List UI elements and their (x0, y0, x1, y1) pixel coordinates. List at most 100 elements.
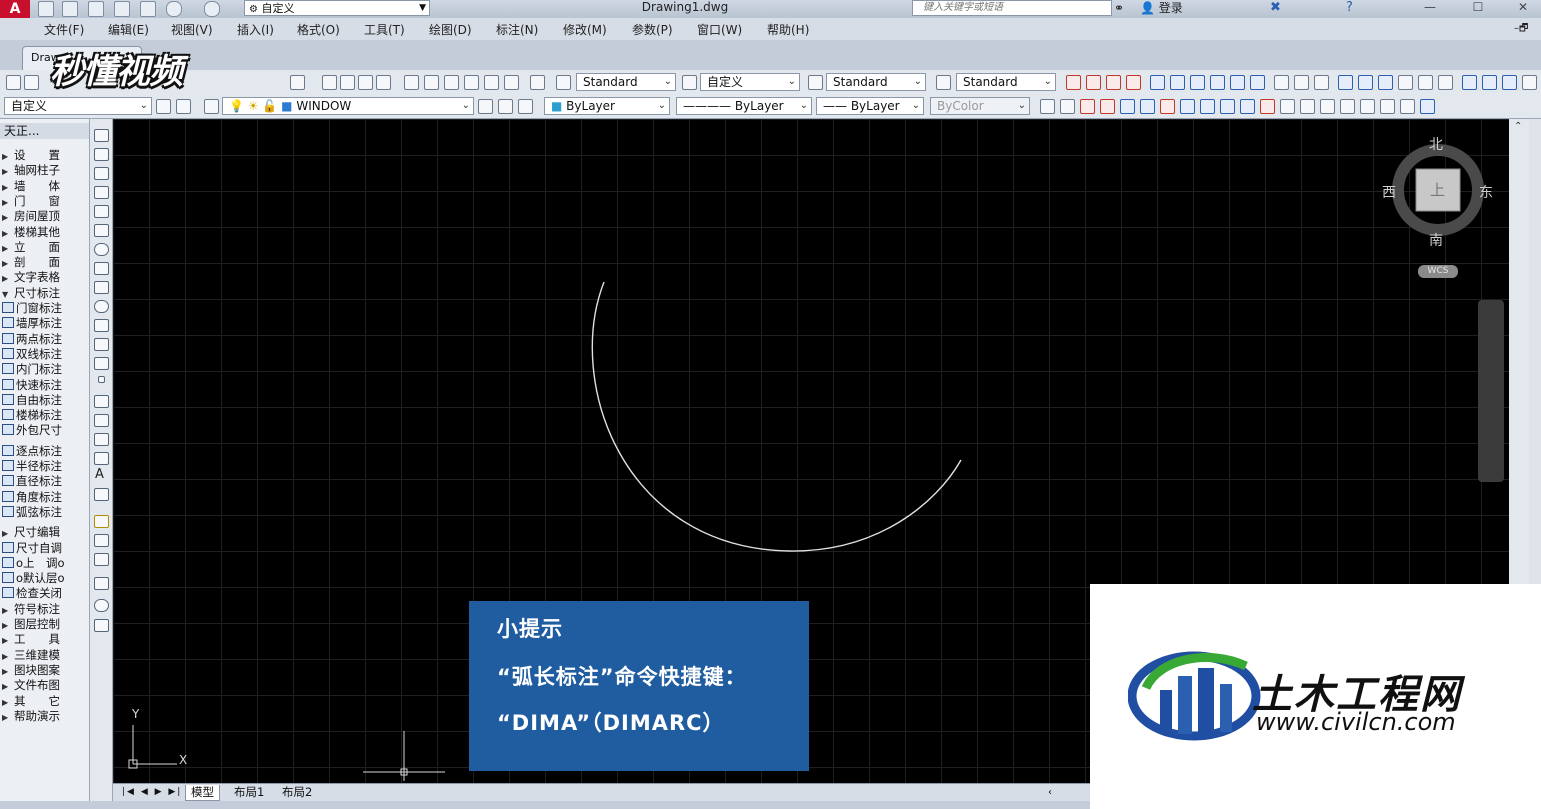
move-tool-icon[interactable] (1502, 75, 1517, 90)
tab-model[interactable]: 模型 (185, 785, 220, 801)
panel-item[interactable]: o默认层o (2, 571, 88, 586)
panel-item[interactable]: ▶ 工 具 (2, 632, 88, 647)
panel-item[interactable]: ▶ 图层控制 (2, 617, 88, 632)
panel-item[interactable]: 两点标注 (2, 332, 88, 347)
insert-block-icon[interactable] (94, 338, 109, 351)
gradient-icon[interactable] (94, 414, 109, 427)
panel-item[interactable]: 逐点标注 (2, 444, 88, 459)
tool-icon[interactable] (1420, 99, 1435, 114)
panel-item[interactable]: 自由标注 (2, 393, 88, 408)
help-icon[interactable] (530, 75, 545, 90)
menu-tools[interactable]: 工具(T) (364, 21, 405, 38)
redo-icon[interactable] (204, 1, 220, 17)
undo-icon[interactable] (166, 1, 182, 17)
panel-item[interactable]: ▶ 帮助演示 (2, 709, 88, 724)
lineweight-dropdown[interactable]: —— ByLayer ⌄ (816, 97, 924, 115)
table-style-dropdown[interactable]: Standard ⌄ (826, 73, 926, 91)
menu-modify[interactable]: 修改(M) (563, 21, 607, 38)
panel-item[interactable]: ▶ 墙 体 (2, 179, 88, 194)
pan-icon[interactable] (322, 75, 337, 90)
layer-states-icon[interactable] (518, 99, 533, 114)
table-icon[interactable] (94, 452, 109, 465)
menu-insert[interactable]: 插入(I) (237, 21, 274, 38)
symbol-tool-icon[interactable] (1314, 75, 1329, 90)
panel-item[interactable]: ▶ 剖 面 (2, 255, 88, 270)
dim-tool-icon[interactable] (1210, 75, 1225, 90)
settings-tool-icon[interactable] (1522, 75, 1537, 90)
panel-item[interactable]: 楼梯标注 (2, 408, 88, 423)
arc-entity[interactable] (591, 281, 962, 552)
ellipse-arc-icon[interactable] (94, 319, 109, 332)
panel-item[interactable]: 角度标注 (2, 490, 88, 505)
panel-item[interactable]: ▶ 图块图案 (2, 663, 88, 678)
panel-item[interactable]: 双线标注 (2, 347, 88, 362)
panel-item[interactable]: ▶ 文件布图 (2, 678, 88, 693)
roof-tool-icon[interactable] (1438, 75, 1453, 90)
point-icon[interactable] (98, 376, 105, 383)
panel-item[interactable]: ▶ 符号标注 (2, 602, 88, 617)
color-dropdown[interactable]: ■ ByLayer ⌄ (544, 97, 670, 115)
tool-icon[interactable] (1240, 99, 1255, 114)
dim-tool-icon[interactable] (1170, 75, 1185, 90)
quickcalc-icon[interactable] (504, 75, 519, 90)
tool-icon[interactable] (1300, 99, 1315, 114)
tool-icon[interactable] (1220, 99, 1235, 114)
zoom-window-icon[interactable] (358, 75, 373, 90)
dim-tool-icon[interactable] (1150, 75, 1165, 90)
tool-icon[interactable] (94, 599, 109, 612)
axis-tool-icon[interactable] (1358, 75, 1373, 90)
panel-item[interactable]: ▶ 设 置 (2, 148, 88, 163)
hatch-icon[interactable] (94, 395, 109, 408)
multiline-text-icon[interactable]: A (95, 467, 104, 482)
scroll-up-icon[interactable]: ⌃ (1514, 121, 1522, 132)
panel-item[interactable]: 内门标注 (2, 362, 88, 377)
save-icon[interactable] (88, 1, 104, 17)
tool-icon[interactable] (1100, 99, 1115, 114)
save-as-icon[interactable] (114, 1, 130, 17)
viewcube-west-label[interactable]: 西 (1382, 182, 1396, 202)
arc-icon[interactable] (94, 224, 109, 237)
add-selected-icon[interactable] (94, 488, 109, 501)
symbol-tool-icon[interactable] (1274, 75, 1289, 90)
viewcube-east-label[interactable]: 东 (1479, 182, 1493, 202)
text-style-dropdown[interactable]: Standard ⌄ (576, 73, 676, 91)
symbol-tool-icon[interactable] (1294, 75, 1309, 90)
panel-item[interactable]: ▶ 文字表格 (2, 270, 88, 285)
make-block-icon[interactable] (94, 357, 109, 370)
panel-item[interactable]: 直径标注 (2, 474, 88, 489)
layer-manager-icon[interactable] (176, 99, 191, 114)
axis-tool-icon[interactable] (1378, 75, 1393, 90)
sheet-set-icon[interactable] (464, 75, 479, 90)
panel-item[interactable]: 门窗标注 (2, 301, 88, 316)
panel-item[interactable]: 快速标注 (2, 378, 88, 393)
spline-icon[interactable] (94, 281, 109, 294)
close-button[interactable]: ✕ (1505, 0, 1541, 16)
tool-icon[interactable] (1160, 99, 1175, 114)
ellipse-icon[interactable] (94, 300, 109, 313)
layer-previous-icon[interactable] (498, 99, 513, 114)
new-icon[interactable] (6, 75, 21, 90)
tab-layout1[interactable]: 布局1 (229, 785, 269, 800)
menu-parametric[interactable]: 参数(P) (632, 21, 673, 38)
exchange-icon[interactable]: ✖ (1270, 0, 1281, 15)
dim-style-dropdown[interactable]: 自定义 ⌄ (700, 73, 800, 91)
open-icon[interactable] (24, 75, 39, 90)
tool-icon[interactable] (1360, 99, 1375, 114)
panel-item[interactable]: o上 调o (2, 556, 88, 571)
new-file-icon[interactable] (38, 1, 54, 17)
login-button[interactable]: ⚭ 👤 登录 (1114, 0, 1183, 16)
panel-item[interactable]: 弧弦标注 (2, 505, 88, 520)
stairs-tool-icon[interactable] (1418, 75, 1433, 90)
panel-item[interactable]: 半径标注 (2, 459, 88, 474)
markup-icon[interactable] (484, 75, 499, 90)
layer-properties-icon[interactable] (204, 99, 219, 114)
rectangle-icon[interactable] (94, 205, 109, 218)
tool-icon[interactable] (1040, 99, 1055, 114)
zoom-realtime-icon[interactable] (340, 75, 355, 90)
multileader-style-dropdown[interactable]: Standard ⌄ (956, 73, 1056, 91)
dim-tool-icon[interactable] (1250, 75, 1265, 90)
workspace-combo[interactable]: 自定义 ⌄ (4, 97, 152, 115)
zoom-previous-icon[interactable] (376, 75, 391, 90)
workspace-settings-icon[interactable] (156, 99, 171, 114)
tool-icon[interactable] (1340, 99, 1355, 114)
